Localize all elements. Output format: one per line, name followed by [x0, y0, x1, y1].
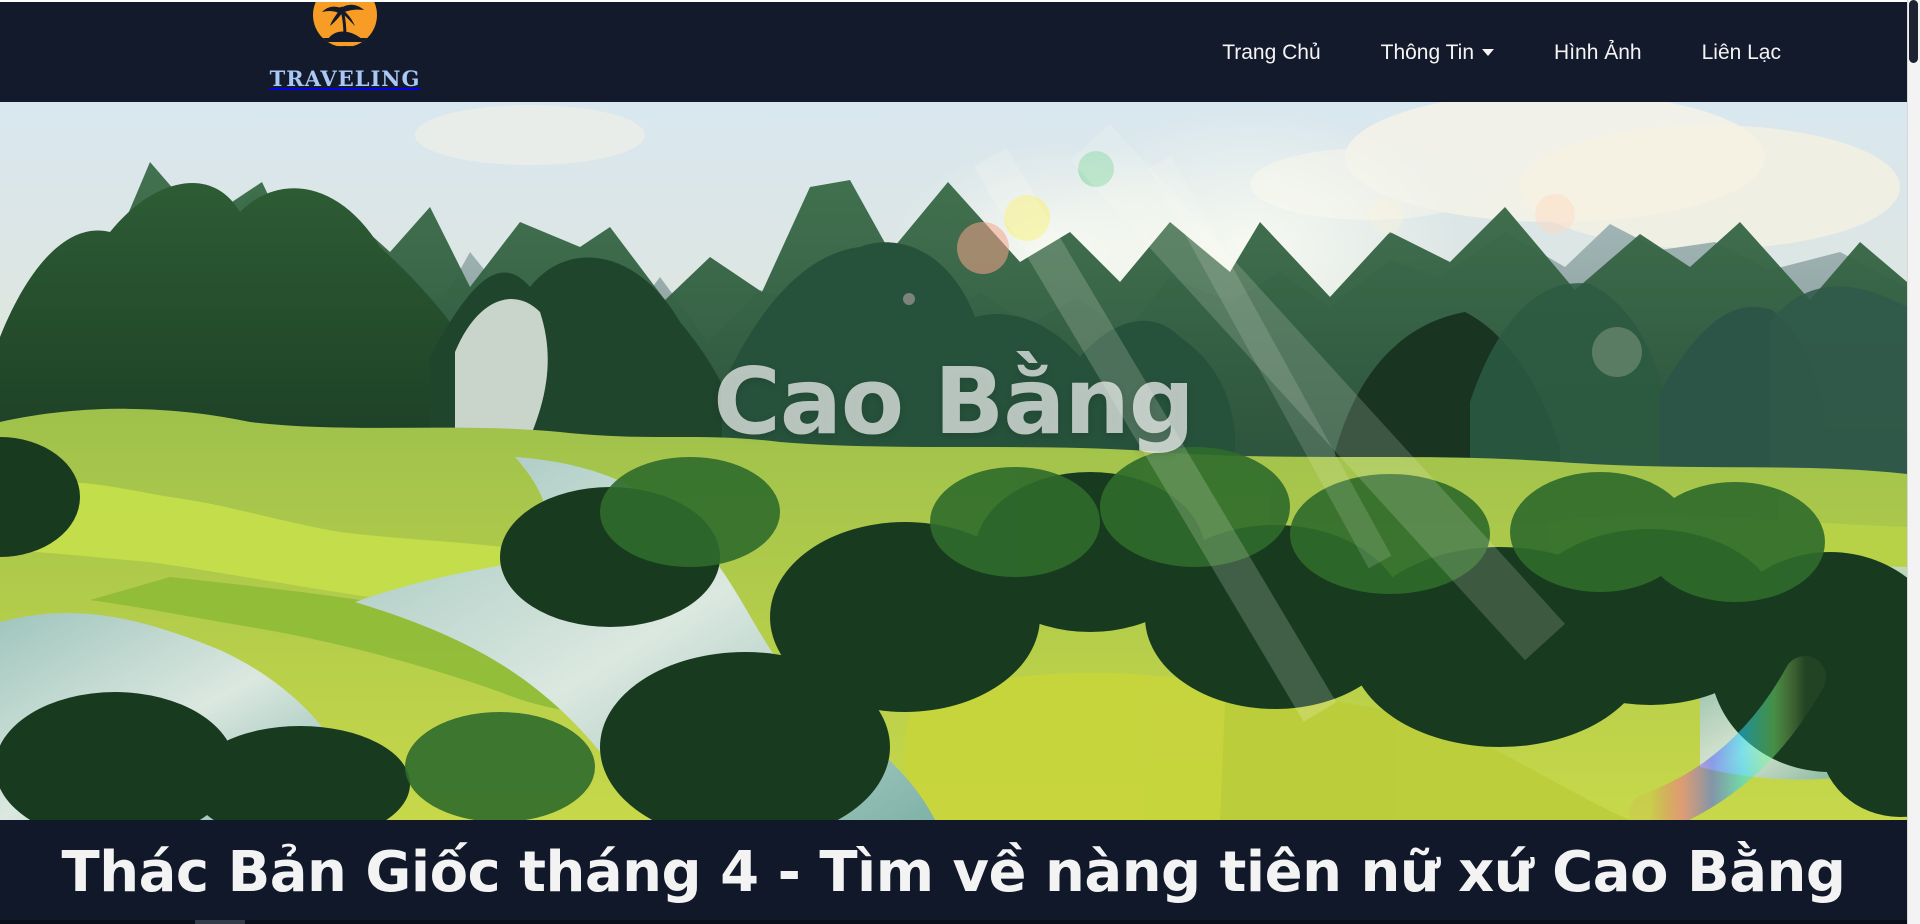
- page: TRAVELING Trang Chủ Thông Tin Hình Ảnh L…: [0, 0, 1920, 924]
- nav-images-link[interactable]: Hình Ảnh: [1554, 42, 1642, 63]
- scrollbar-thumb[interactable]: [1909, 0, 1918, 63]
- vertical-scrollbar[interactable]: [1907, 0, 1920, 924]
- nav-contact-link[interactable]: Liên Lạc: [1702, 42, 1781, 63]
- hero-banner: Cao Bằng: [0, 102, 1907, 820]
- hero-title: Cao Bằng: [713, 348, 1194, 455]
- top-navbar: TRAVELING Trang Chủ Thông Tin Hình Ảnh L…: [0, 2, 1907, 102]
- nav-info-label: Thông Tin: [1380, 40, 1475, 64]
- article-caption-bar: Thác Bản Giốc tháng 4 - Tìm về nàng tiên…: [0, 820, 1907, 924]
- bottom-divider-highlight: [195, 920, 245, 924]
- chevron-down-icon: [1482, 49, 1495, 56]
- nav-images-label: Hình Ảnh: [1554, 40, 1642, 64]
- nav-contact-label: Liên Lạc: [1701, 40, 1781, 64]
- landscape-image: [0, 102, 1907, 820]
- brand-link[interactable]: TRAVELING: [263, 2, 427, 102]
- main-navigation: Trang Chủ Thông Tin Hình Ảnh Liên Lạc: [1222, 42, 1781, 63]
- palm-sunset-icon: [313, 2, 377, 47]
- nav-home-label: Trang Chủ: [1222, 40, 1321, 64]
- brand-name: TRAVELING: [269, 66, 421, 91]
- nav-info-dropdown[interactable]: Thông Tin: [1380, 40, 1495, 64]
- article-caption: Thác Bản Giốc tháng 4 - Tìm về nàng tiên…: [61, 840, 1846, 905]
- bottom-divider: [0, 920, 1907, 924]
- nav-home-link[interactable]: Trang Chủ: [1222, 42, 1320, 63]
